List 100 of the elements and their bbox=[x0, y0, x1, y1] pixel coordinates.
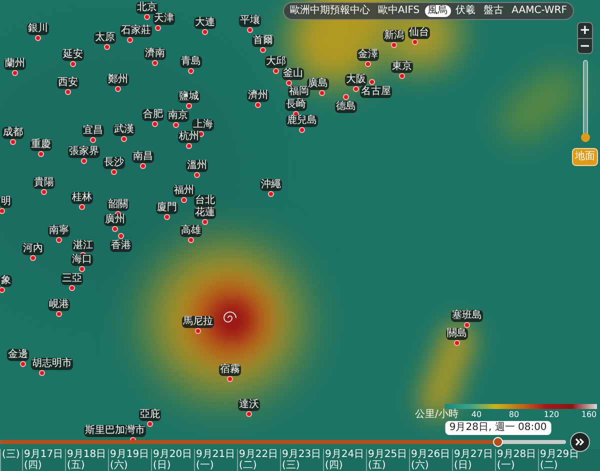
city-label: 天津 bbox=[153, 13, 175, 25]
date-label[interactable]: 9月22日 (二) bbox=[237, 449, 280, 471]
model-tab[interactable]: 伏羲 bbox=[452, 5, 479, 17]
date-label[interactable]: 9月28日 (一) bbox=[495, 449, 538, 471]
city-label: 釜山 bbox=[282, 68, 304, 80]
city-label: 大邱 bbox=[265, 56, 287, 68]
city-label: 溫州 bbox=[186, 160, 208, 172]
city-label: 大連 bbox=[194, 17, 216, 29]
city-label: 宿霧 bbox=[219, 364, 241, 376]
city-label: 首爾 bbox=[252, 35, 274, 47]
city-label: 胡志明市 bbox=[31, 358, 73, 370]
city-label: 鄭州 bbox=[107, 74, 129, 86]
city-label: 名古屋 bbox=[360, 86, 392, 98]
zoom-in-button[interactable]: + bbox=[578, 23, 592, 38]
date-label[interactable]: 9月18日 (五) bbox=[65, 449, 108, 471]
city-label: 塞班島 bbox=[451, 310, 483, 322]
city-label: 鹿兒島 bbox=[286, 115, 318, 127]
city-label: 合肥 bbox=[142, 109, 164, 121]
model-tab[interactable]: 風烏 bbox=[424, 5, 451, 17]
city-label: 仙台 bbox=[408, 27, 430, 39]
city-label: 關島 bbox=[446, 328, 468, 340]
date-label[interactable]: 9月21日 (一) bbox=[194, 449, 237, 471]
date-label[interactable]: 9月27日 (日) bbox=[452, 449, 495, 471]
date-label[interactable]: 9月20日 (日) bbox=[151, 449, 194, 471]
city-label: 斯里巴加灣市 bbox=[84, 425, 146, 437]
date-label[interactable]: 9月26日 (六) bbox=[409, 449, 452, 471]
date-label[interactable]: (三) bbox=[0, 449, 22, 471]
city-label: 亞庇 bbox=[139, 409, 161, 421]
city-label: 湛江 bbox=[72, 240, 94, 252]
date-label[interactable]: 9月17日 (四) bbox=[22, 449, 65, 471]
city-label: 韶關 bbox=[107, 199, 129, 211]
city-label: 青島 bbox=[180, 56, 202, 68]
city-label: 西安 bbox=[57, 77, 79, 89]
city-label: 濟州 bbox=[247, 90, 269, 102]
date-label[interactable]: 9月19日 (六) bbox=[108, 449, 151, 471]
city-label: 貴陽 bbox=[33, 177, 55, 189]
scale-tick-label: 40 bbox=[471, 411, 482, 419]
legend-caption: 公里/小時 bbox=[415, 410, 458, 420]
scale-tick-label: 160 bbox=[581, 411, 597, 419]
city-label: 北京 bbox=[136, 2, 158, 14]
city-label: 杭州 bbox=[178, 131, 200, 143]
city-label: 太原 bbox=[94, 32, 116, 44]
city-label: 平壤 bbox=[239, 15, 261, 27]
city-label: 武漢 bbox=[113, 124, 135, 136]
city-label: 桂林 bbox=[71, 192, 93, 204]
city-label: 明 bbox=[0, 196, 12, 208]
city-label: 廈門 bbox=[156, 202, 178, 214]
city-label: 銀川 bbox=[27, 23, 49, 35]
city-label: 海口 bbox=[71, 254, 93, 266]
fast-forward-icon bbox=[575, 438, 585, 446]
model-tab[interactable]: 歐中AIFS bbox=[374, 5, 423, 17]
city-label: 福岡 bbox=[288, 86, 310, 98]
city-label: 河內 bbox=[22, 243, 44, 255]
model-tab[interactable]: AAMC-WRF bbox=[508, 5, 570, 17]
model-tab[interactable]: 歐洲中期預報中心 bbox=[286, 5, 373, 17]
city-label: 峴港 bbox=[48, 299, 70, 311]
city-label: 金澤 bbox=[357, 49, 379, 61]
zoom-out-button[interactable]: − bbox=[578, 38, 592, 53]
city-label: 達沃 bbox=[238, 399, 260, 411]
date-label[interactable]: 9月25日 (五) bbox=[366, 449, 409, 471]
city-label: 德島 bbox=[335, 101, 357, 113]
city-label: 金邊 bbox=[7, 349, 29, 361]
city-label: 東京 bbox=[391, 61, 413, 73]
city-label: 南京 bbox=[167, 110, 189, 122]
zoom-slider-thumb[interactable] bbox=[580, 133, 590, 142]
city-label: 重慶 bbox=[30, 139, 52, 151]
city-label: 大阪 bbox=[345, 74, 367, 86]
wind-map[interactable] bbox=[0, 0, 600, 471]
city-label: 張家界 bbox=[68, 146, 100, 158]
city-label: 廣州 bbox=[104, 214, 126, 226]
city-label: 廣島 bbox=[307, 78, 329, 90]
city-label: 石家莊 bbox=[120, 25, 152, 37]
city-label: 濟南 bbox=[144, 48, 166, 60]
scale-tick-label: 80 bbox=[508, 411, 520, 419]
city-label: 沖繩 bbox=[260, 179, 282, 191]
city-label: 蘭州 bbox=[4, 58, 26, 70]
scale-tick-label: 120 bbox=[544, 411, 560, 419]
city-label: 福州 bbox=[173, 185, 195, 197]
city-label: 長崎 bbox=[285, 99, 307, 111]
city-label: 鹽城 bbox=[178, 91, 200, 103]
timeline-handle[interactable] bbox=[493, 437, 504, 447]
city-label: 台北 bbox=[194, 195, 216, 207]
city-label: 香港 bbox=[110, 240, 132, 252]
city-label: 成都 bbox=[2, 127, 24, 139]
city-label: 南昌 bbox=[132, 151, 154, 163]
city-label: 上海 bbox=[192, 119, 214, 131]
city-label: 延安 bbox=[62, 49, 84, 61]
city-label: 象 bbox=[0, 275, 12, 287]
city-label: 長沙 bbox=[103, 157, 125, 169]
date-label[interactable]: 9月23日 (三) bbox=[280, 449, 323, 471]
city-label: 宜昌 bbox=[82, 125, 104, 137]
city-label: 高雄 bbox=[180, 225, 202, 237]
city-label: 南寧 bbox=[48, 225, 70, 237]
model-tab[interactable]: 盤古 bbox=[480, 5, 507, 17]
city-label: 花蓮 bbox=[194, 207, 216, 219]
city-label: 馬尼拉 bbox=[182, 316, 214, 328]
time-tooltip: 9月28日, 週一 08:00 bbox=[445, 421, 551, 435]
city-label: 三亞 bbox=[61, 273, 83, 285]
date-label[interactable]: 9月24日 (四) bbox=[323, 449, 366, 471]
city-label: 新潟 bbox=[383, 30, 405, 42]
